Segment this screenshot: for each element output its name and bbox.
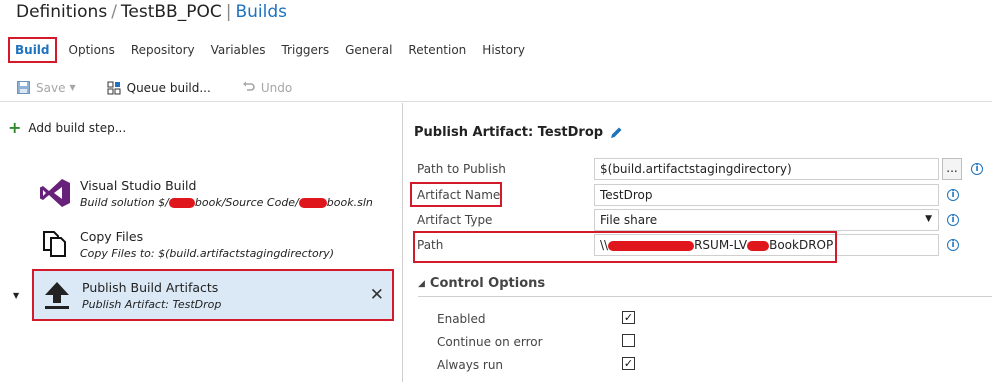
continue-on-error-row: Continue on error [404,333,992,351]
build-step-publish-artifacts[interactable]: Publish Build Artifacts Publish Artifact… [32,269,394,321]
save-button[interactable]: Save ▼ [17,81,76,95]
close-icon[interactable]: ✕ [370,285,384,305]
control-options-section[interactable]: ◢ Control Options [418,271,992,297]
redaction-mark [298,197,327,208]
undo-label: Undo [260,80,293,95]
redaction-mark [168,197,195,208]
copy-files-icon [38,227,72,261]
artifact-name-input[interactable]: TestDrop [594,184,939,206]
tab-options[interactable]: Options [61,37,123,63]
task-title-text: Publish Artifact: TestDrop [414,125,604,140]
chevron-down-icon: ▼ [69,83,76,92]
artifact-type-row: Artifact Type File share i [404,209,992,231]
artifact-name-highlight [410,182,502,207]
save-icon [17,81,30,94]
path-to-publish-label: Path to Publish [417,162,506,176]
step-subtitle-prefix: Build solution $/ [80,195,169,209]
control-options-title: Control Options [429,276,546,291]
path-to-publish-input[interactable]: $(build.artifactstagingdirectory) [594,158,939,180]
info-icon[interactable]: i [947,214,959,226]
undo-icon [242,81,255,94]
step-subtitle: Publish Artifact: TestDrop [82,297,222,311]
undo-button[interactable]: Undo [242,81,292,95]
build-step-visual-studio[interactable]: Visual Studio Build Build solution $/ boo… [32,167,394,219]
tab-history[interactable]: History [474,37,533,63]
plus-icon: + [8,118,22,137]
save-label: Save [36,80,66,95]
step-subtitle-suffix: book.sln [326,195,373,209]
task-details-pane: Publish Artifact: TestDrop Path to Publi… [404,103,992,382]
enabled-checkbox[interactable]: ✓ [622,311,635,324]
continue-on-error-checkbox[interactable] [622,334,635,347]
info-icon[interactable]: i [947,189,959,201]
pencil-icon[interactable] [609,126,623,140]
tab-variables[interactable]: Variables [203,37,274,63]
browse-button[interactable]: ... [942,158,962,180]
tab-retention[interactable]: Retention [400,37,474,63]
add-build-step-label: Add build step... [28,121,127,135]
caret-down-icon[interactable]: ▼ [13,291,19,300]
enabled-row: Enabled ✓ [404,310,992,328]
artifact-type-select[interactable]: File share [594,209,939,231]
queue-build-button[interactable]: Queue build... [107,81,211,95]
breadcrumb-divider: | [225,2,232,22]
add-build-step-button[interactable]: + Add build step... [8,118,127,137]
breadcrumb: Definitions / TestBB_POC | Builds [16,2,287,22]
queue-build-icon [107,81,121,95]
breadcrumb-definition[interactable]: TestBB_POC [121,2,222,22]
step-subtitle-mid: book/Source Code/ [194,195,299,209]
breadcrumb-separator: / [111,2,117,22]
step-title: Visual Studio Build [80,177,197,193]
step-title: Publish Build Artifacts [82,279,219,295]
build-step-copy-files[interactable]: Copy Files Copy Files to: $(build.artifa… [32,218,394,270]
queue-build-label: Queue build... [126,80,211,95]
info-icon[interactable]: i [947,239,959,251]
breadcrumb-current[interactable]: Builds [235,2,287,22]
step-title: Copy Files [80,228,144,244]
build-steps-pane: + Add build step... Visual Studio Build … [0,103,403,382]
step-subtitle: Build solution $/ book/Source Code/book.s… [80,196,373,209]
collapse-icon: ◢ [418,278,425,289]
control-options-header: ◢ Control Options [418,276,545,291]
visual-studio-icon [38,176,72,210]
path-to-publish-row: Path to Publish $(build.artifactstagingd… [404,158,992,180]
always-run-checkbox[interactable]: ✓ [622,357,635,370]
info-icon[interactable]: i [971,163,983,175]
always-run-label: Always run [437,358,504,372]
task-title: Publish Artifact: TestDrop [414,125,623,140]
upload-icon [40,278,74,312]
tab-general[interactable]: General [337,37,400,63]
tab-triggers[interactable]: Triggers [273,37,337,63]
tab-repository[interactable]: Repository [123,37,203,63]
artifact-type-label: Artifact Type [417,213,493,227]
step-subtitle: Copy Files to: $(build.artifactstagingdi… [80,246,335,260]
continue-on-error-label: Continue on error [437,335,543,349]
toolbar: Save ▼ Queue build... Undo [0,74,992,102]
path-highlight [413,231,837,263]
tab-build[interactable]: Build [8,37,57,63]
definition-tabs: Build Options Repository Variables Trigg… [8,36,533,64]
breadcrumb-root[interactable]: Definitions [16,2,107,22]
always-run-row: Always run ✓ [404,356,992,374]
enabled-label: Enabled [437,312,486,326]
